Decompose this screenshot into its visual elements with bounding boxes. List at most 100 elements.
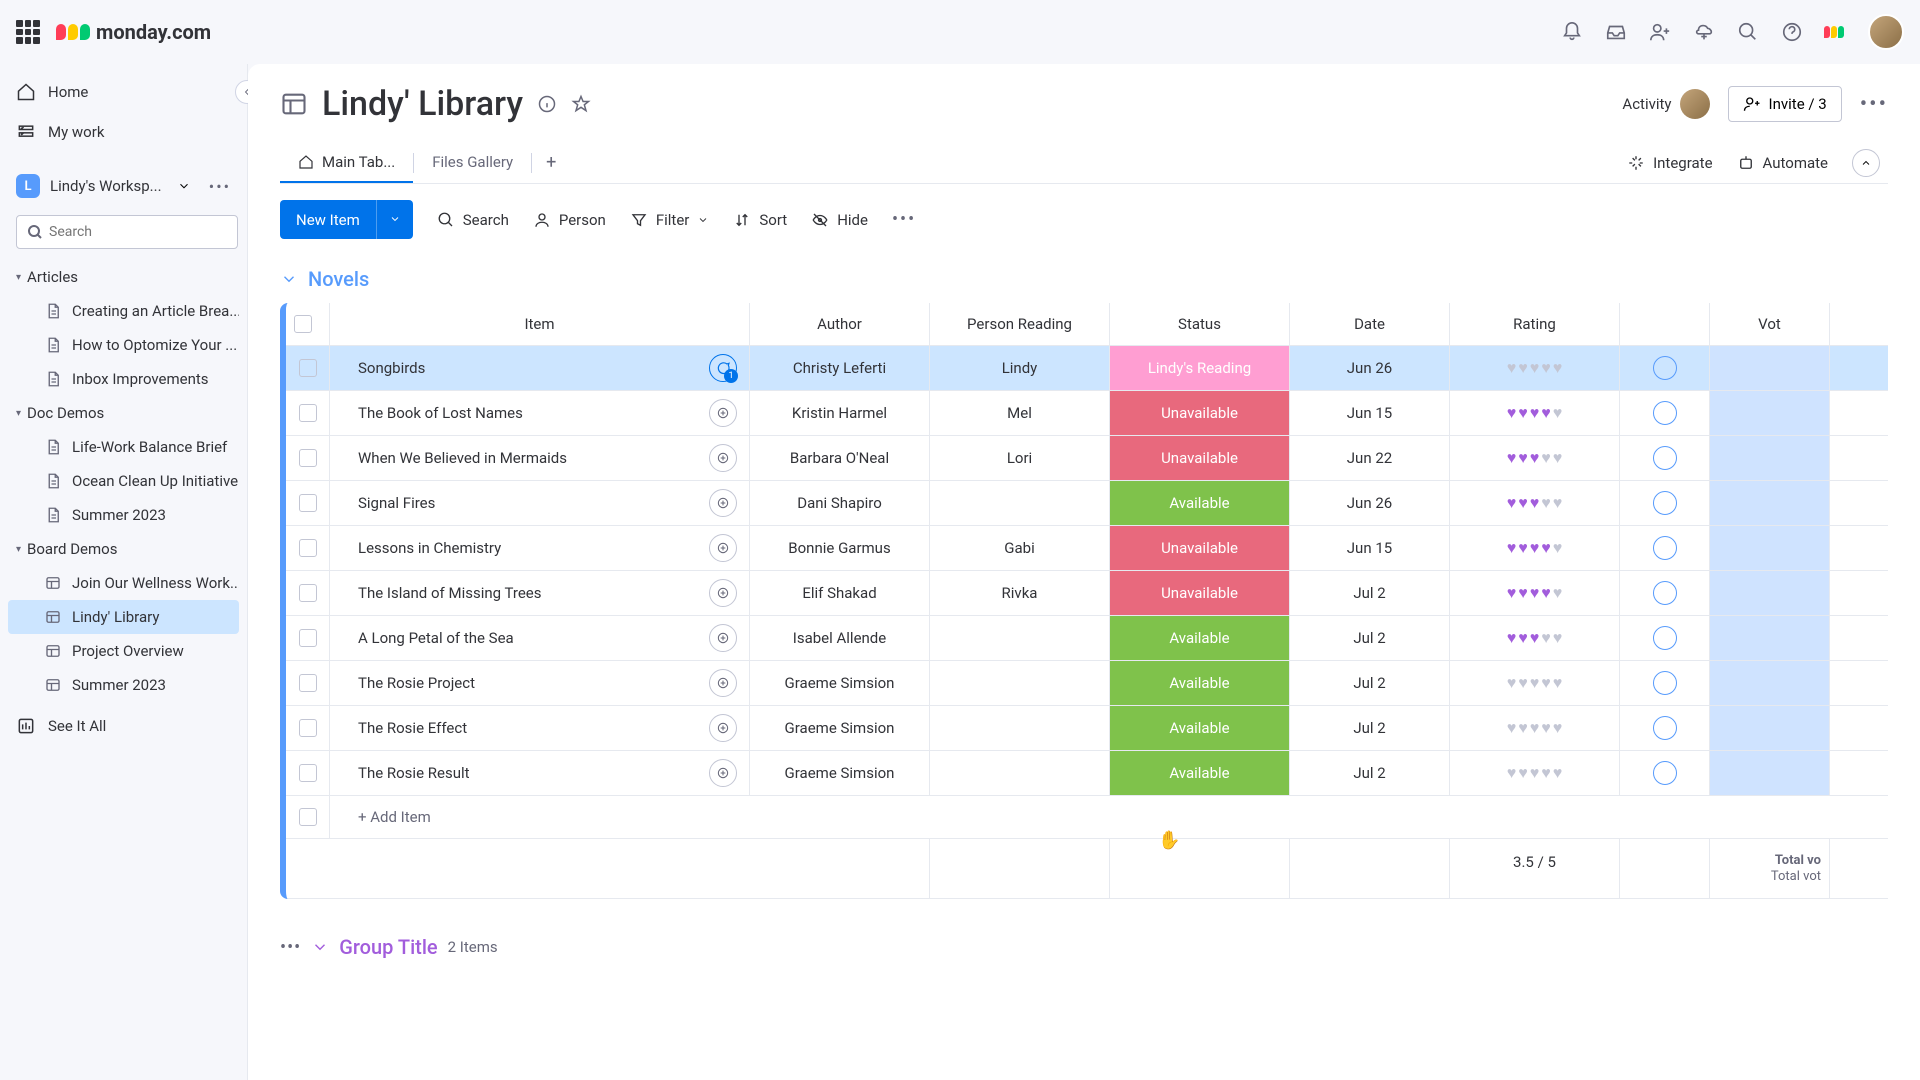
table-row[interactable]: Signal FiresDani ShapiroAvailableJun 26♥…	[286, 481, 1888, 526]
person-reading-cell[interactable]: Mel	[930, 391, 1110, 435]
item-name-cell[interactable]: The Rosie Project	[330, 661, 750, 705]
add-item-row[interactable]: + Add Item	[330, 796, 1888, 839]
sidebar-item[interactable]: Summer 2023	[8, 668, 239, 702]
integrate-button[interactable]: Integrate	[1627, 154, 1712, 172]
status-cell[interactable]: Unavailable	[1110, 436, 1290, 480]
row-checkbox[interactable]	[299, 539, 317, 557]
rating-cell[interactable]: ♥♥♥♥♥	[1450, 436, 1620, 480]
person-reading-cell[interactable]	[930, 706, 1110, 750]
notifications-icon[interactable]	[1560, 20, 1584, 44]
vote-circle-cell[interactable]	[1620, 706, 1710, 750]
workspace-selector[interactable]: L Lindy's Worksp... •••	[0, 164, 247, 208]
column-header[interactable]: Item	[330, 303, 750, 345]
status-cell[interactable]: Available	[1110, 481, 1290, 525]
status-cell[interactable]: Unavailable	[1110, 571, 1290, 615]
nav-see-all[interactable]: See It All	[0, 706, 247, 746]
updates-icon[interactable]: 1	[709, 354, 737, 382]
row-checkbox[interactable]	[299, 404, 317, 422]
person-reading-cell[interactable]	[930, 481, 1110, 525]
person-reading-cell[interactable]	[930, 661, 1110, 705]
date-cell[interactable]: Jun 15	[1290, 526, 1450, 570]
activity-log[interactable]: Activity	[1622, 89, 1709, 119]
sidebar-item[interactable]: Life-Work Balance Brief	[8, 430, 239, 464]
updates-icon[interactable]	[709, 714, 737, 742]
row-checkbox[interactable]	[299, 494, 317, 512]
invite-members-icon[interactable]	[1648, 20, 1672, 44]
vote-circle-cell[interactable]	[1620, 661, 1710, 705]
sidebar-item[interactable]: Lindy' Library	[8, 600, 239, 634]
sidebar-item[interactable]: Inbox Improvements	[8, 362, 239, 396]
date-cell[interactable]: Jun 26	[1290, 481, 1450, 525]
table-row[interactable]: Lessons in ChemistryBonnie GarmusGabiUna…	[286, 526, 1888, 571]
author-cell[interactable]: Kristin Harmel	[750, 391, 930, 435]
item-name-cell[interactable]: Songbirds1	[330, 346, 750, 390]
rating-cell[interactable]: ♥♥♥♥♥	[1450, 391, 1620, 435]
updates-icon[interactable]	[709, 624, 737, 652]
select-all-checkbox[interactable]	[294, 315, 312, 333]
sort-tool[interactable]: Sort	[733, 211, 787, 229]
updates-icon[interactable]	[709, 669, 737, 697]
date-cell[interactable]: Jul 2	[1290, 571, 1450, 615]
group-title[interactable]: Group Title	[339, 935, 437, 959]
date-cell[interactable]: Jul 2	[1290, 706, 1450, 750]
status-cell[interactable]: Unavailable	[1110, 526, 1290, 570]
collapse-group-icon[interactable]	[311, 938, 329, 956]
vote-circle-cell[interactable]	[1620, 346, 1710, 390]
rating-cell[interactable]: ♥♥♥♥♥	[1450, 616, 1620, 660]
chevron-down-icon[interactable]	[376, 200, 413, 239]
rating-cell[interactable]: ♥♥♥♥♥	[1450, 526, 1620, 570]
column-header[interactable]: Date	[1290, 303, 1450, 345]
table-row[interactable]: A Long Petal of the SeaIsabel AllendeAva…	[286, 616, 1888, 661]
board-title[interactable]: Lindy' Library	[322, 84, 523, 124]
status-cell[interactable]: Available	[1110, 706, 1290, 750]
favorite-icon[interactable]	[571, 94, 591, 114]
updates-icon[interactable]	[709, 534, 737, 562]
author-cell[interactable]: Graeme Simsion	[750, 706, 930, 750]
vote-circle-cell[interactable]	[1620, 571, 1710, 615]
column-header[interactable]: Person Reading	[930, 303, 1110, 345]
brand-logo[interactable]: monday.com	[56, 20, 211, 44]
workspace-menu-icon[interactable]: •••	[209, 177, 231, 196]
column-header[interactable]: Rating	[1450, 303, 1620, 345]
hide-tool[interactable]: Hide	[811, 211, 868, 229]
filter-tool[interactable]: Filter	[630, 211, 710, 229]
group-menu-icon[interactable]: •••	[280, 937, 301, 958]
row-checkbox[interactable]	[299, 764, 317, 782]
updates-icon[interactable]	[709, 759, 737, 787]
rating-cell[interactable]: ♥♥♥♥♥	[1450, 706, 1620, 750]
item-name-cell[interactable]: When We Believed in Mermaids	[330, 436, 750, 480]
column-header[interactable]: Author	[750, 303, 930, 345]
sidebar-item[interactable]: Project Overview	[8, 634, 239, 668]
author-cell[interactable]: Graeme Simsion	[750, 661, 930, 705]
column-header[interactable]: Vot	[1710, 303, 1830, 345]
sidebar-item[interactable]: Creating an Article Brea...	[8, 294, 239, 328]
sidebar-item[interactable]: Join Our Wellness Work...	[8, 566, 239, 600]
sidebar-search-input[interactable]	[16, 215, 238, 249]
status-cell[interactable]: Available	[1110, 751, 1290, 795]
table-row[interactable]: The Rosie ProjectGraeme SimsionAvailable…	[286, 661, 1888, 706]
search-icon[interactable]	[1736, 20, 1760, 44]
toolbar-more-icon[interactable]: •••	[892, 209, 916, 230]
date-cell[interactable]: Jun 22	[1290, 436, 1450, 480]
updates-icon[interactable]	[709, 444, 737, 472]
author-cell[interactable]: Dani Shapiro	[750, 481, 930, 525]
new-item-button[interactable]: New Item	[280, 200, 413, 239]
table-row[interactable]: The Island of Missing TreesElif ShakadRi…	[286, 571, 1888, 616]
rating-cell[interactable]: ♥♥♥♥♥	[1450, 346, 1620, 390]
nav-my-work[interactable]: My work	[0, 112, 247, 152]
row-checkbox[interactable]	[299, 359, 317, 377]
status-cell[interactable]: Available	[1110, 616, 1290, 660]
inbox-icon[interactable]	[1604, 20, 1628, 44]
author-cell[interactable]: Barbara O'Neal	[750, 436, 930, 480]
collapse-header-button[interactable]	[1852, 149, 1880, 177]
status-cell[interactable]: Unavailable	[1110, 391, 1290, 435]
author-cell[interactable]: Elif Shakad	[750, 571, 930, 615]
date-cell[interactable]: Jun 26	[1290, 346, 1450, 390]
nav-home[interactable]: Home	[0, 72, 247, 112]
info-icon[interactable]	[537, 94, 557, 114]
invite-button[interactable]: Invite / 3	[1728, 86, 1842, 122]
table-row[interactable]: When We Believed in MermaidsBarbara O'Ne…	[286, 436, 1888, 481]
item-name-cell[interactable]: Signal Fires	[330, 481, 750, 525]
collapse-group-icon[interactable]	[280, 270, 298, 288]
person-reading-cell[interactable]: Lori	[930, 436, 1110, 480]
